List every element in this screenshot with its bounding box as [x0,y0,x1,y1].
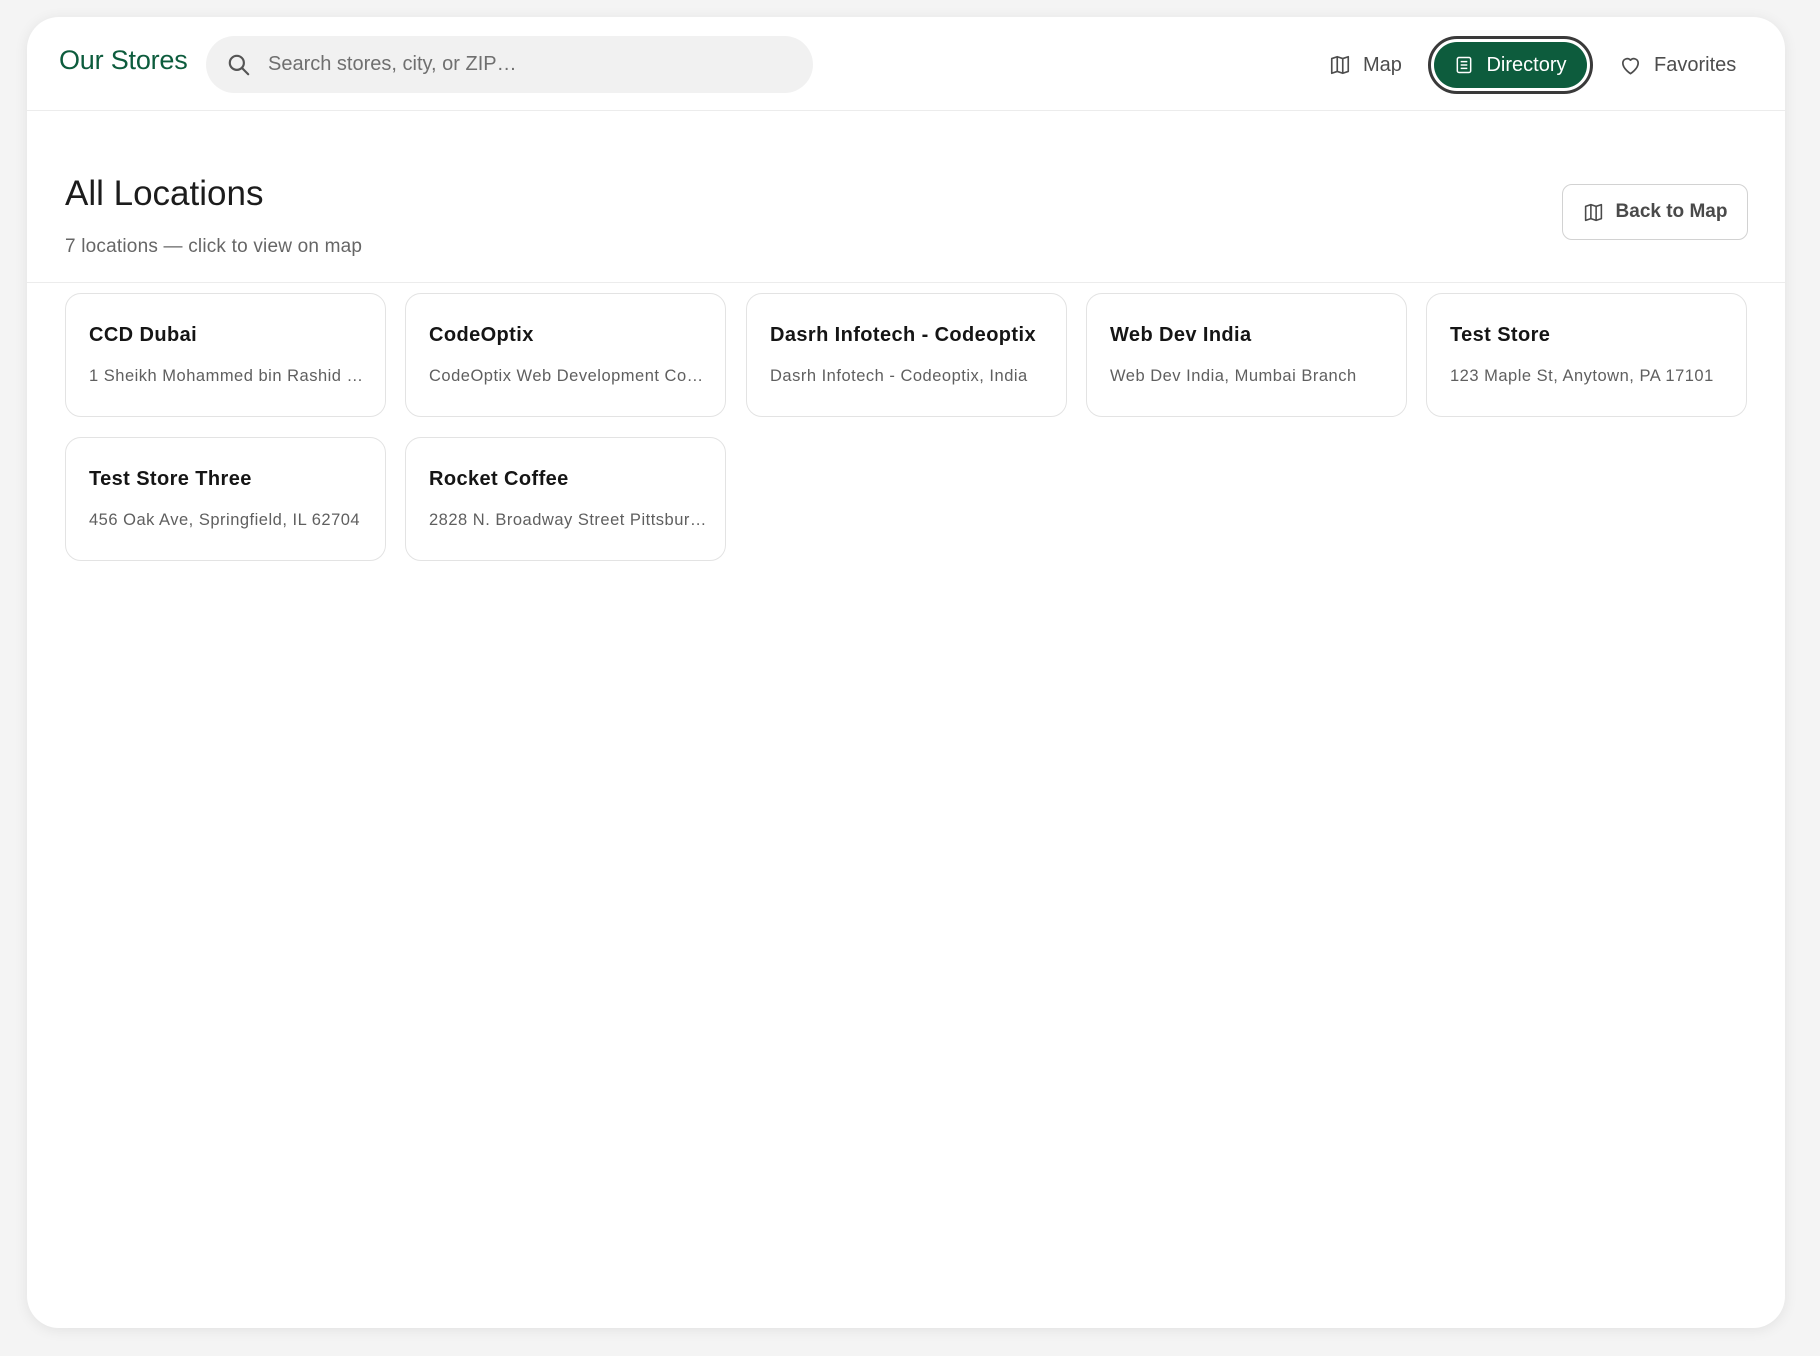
store-card[interactable]: CCD Dubai 1 Sheikh Mohammed bin Rashid B… [65,293,386,417]
app-window: Our Stores Map [27,17,1785,1328]
store-address: 1 Sheikh Mohammed bin Rashid Boulevard [89,367,367,385]
brand-title[interactable]: Our Stores [59,45,188,76]
store-name: Test Store [1450,324,1551,346]
search-box[interactable] [206,36,813,93]
store-card[interactable]: CodeOptix CodeOptix Web Development Comp… [405,293,726,417]
back-to-map-label: Back to Map [1615,201,1728,222]
nav-map-button[interactable]: Map [1329,47,1402,83]
page-title: All Locations [65,174,264,213]
map-icon [1583,202,1604,223]
nav-favorites-label: Favorites [1654,53,1737,76]
store-card[interactable]: Test Store 123 Maple St, Anytown, PA 171… [1426,293,1747,417]
store-name: Web Dev India [1110,324,1252,346]
store-name: Test Store Three [89,468,252,490]
store-address: Web Dev India, Mumbai Branch [1110,367,1357,385]
store-name: CodeOptix [429,324,534,346]
nav-map-label: Map [1363,53,1402,76]
top-bar: Our Stores Map [27,17,1785,111]
locations-count: 7 locations — click to view on map [65,236,363,257]
list-icon [1454,55,1474,75]
back-to-map-button[interactable]: Back to Map [1562,184,1748,240]
store-address: CodeOptix Web Development Company [429,367,707,385]
store-name: Rocket Coffee [429,468,569,490]
store-name: Dasrh Infotech - Codeoptix [770,324,1036,346]
search-input[interactable] [268,36,788,93]
page-header: All Locations 7 locations — click to vie… [27,112,1785,283]
store-card[interactable]: Web Dev India Web Dev India, Mumbai Bran… [1086,293,1407,417]
nav-favorites-button[interactable]: Favorites [1619,47,1736,83]
store-address: Dasrh Infotech - Codeoptix, India [770,367,1028,385]
store-address: 123 Maple St, Anytown, PA 17101 [1450,367,1714,385]
store-address: 2828 N. Broadway Street Pittsburgh [429,511,707,529]
nav-directory-label: Directory [1486,53,1567,76]
store-card[interactable]: Dasrh Infotech - Codeoptix Dasrh Infotec… [746,293,1067,417]
map-icon [1329,54,1351,76]
heart-icon [1619,54,1642,77]
store-card[interactable]: Test Store Three 456 Oak Ave, Springfiel… [65,437,386,561]
store-card[interactable]: Rocket Coffee 2828 N. Broadway Street Pi… [405,437,726,561]
search-icon [226,52,252,78]
store-address: 456 Oak Ave, Springfield, IL 62704 [89,511,361,529]
nav-directory-button[interactable]: Directory [1428,36,1593,94]
store-name: CCD Dubai [89,324,198,346]
